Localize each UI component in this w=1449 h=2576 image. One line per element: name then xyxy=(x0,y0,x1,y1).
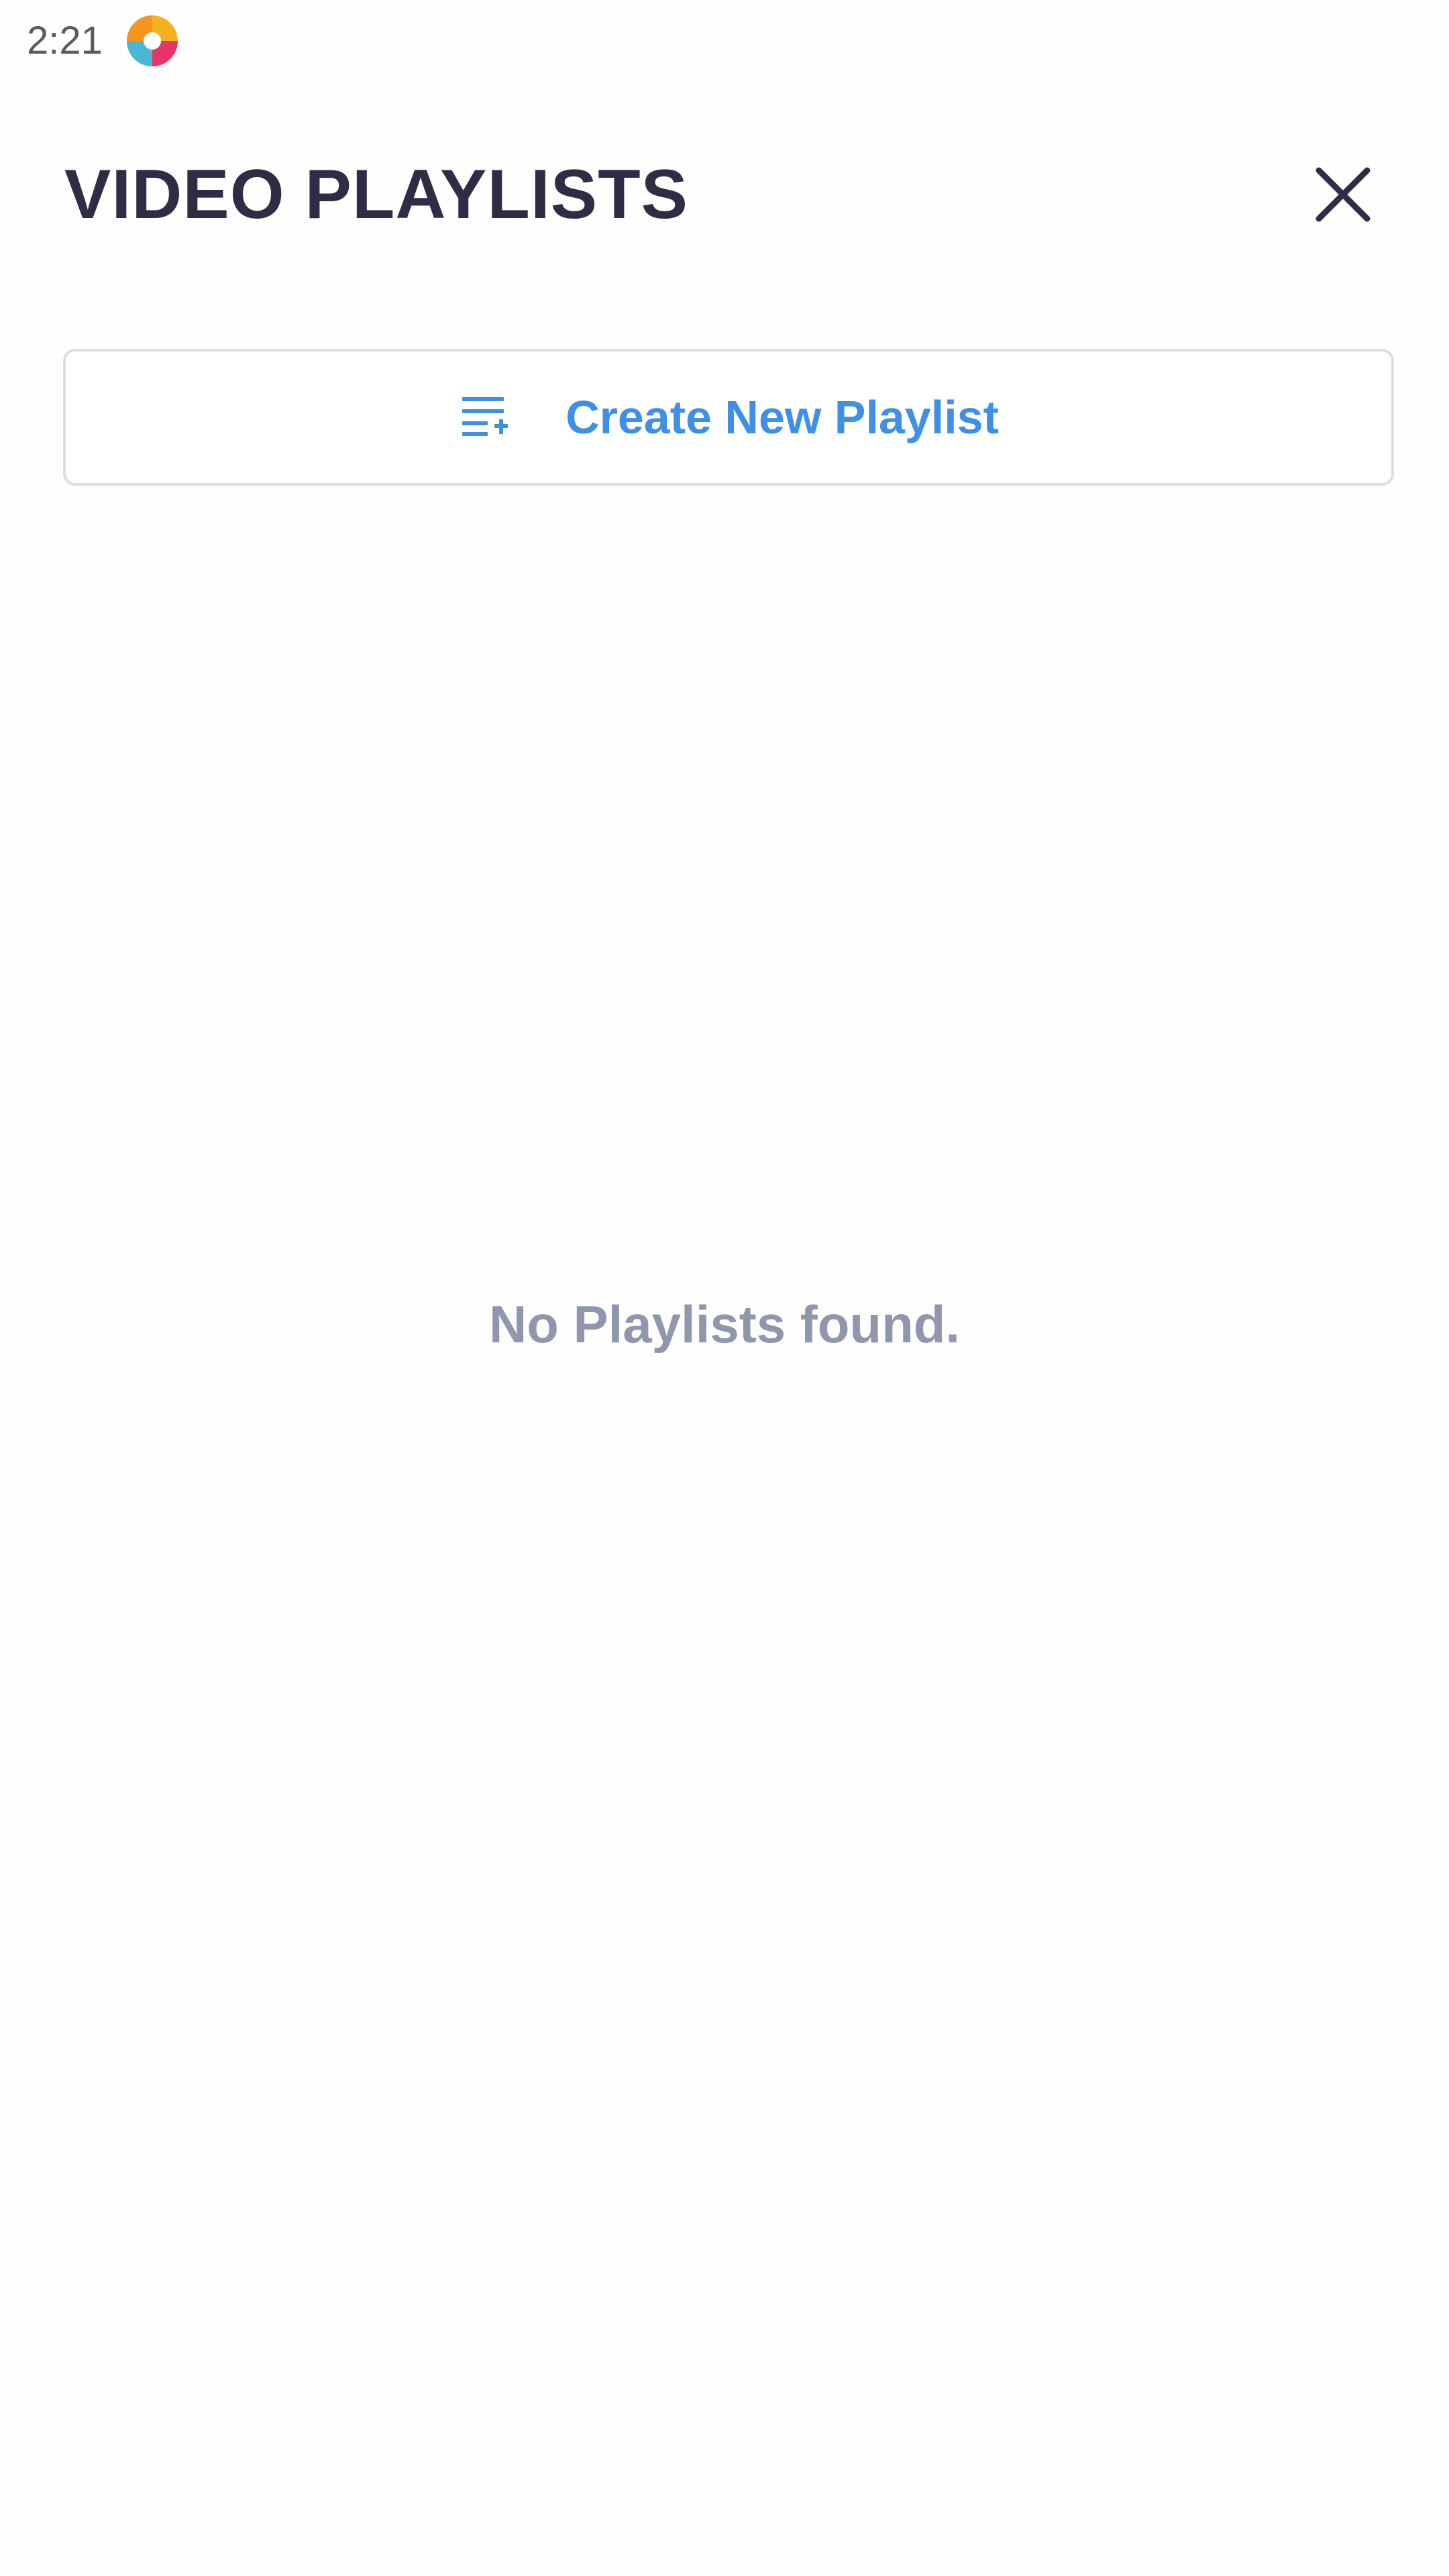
status-time: 2:21 xyxy=(27,19,103,62)
status-bar: 2:21 xyxy=(0,0,1449,80)
create-new-playlist-label: Create New Playlist xyxy=(566,391,999,443)
playlist-add-icon xyxy=(458,390,512,444)
video-playlists-screen: 2:21 VIDEO PLAYLISTS Create New Playlist… xyxy=(0,0,1449,2576)
close-icon xyxy=(1315,166,1371,226)
app-logo-icon xyxy=(125,13,180,68)
page-title: VIDEO PLAYLISTS xyxy=(64,156,689,233)
close-button[interactable] xyxy=(1301,154,1385,237)
empty-state-message: No Playlists found. xyxy=(488,1295,961,1354)
create-new-playlist-button[interactable]: Create New Playlist xyxy=(63,349,1394,486)
